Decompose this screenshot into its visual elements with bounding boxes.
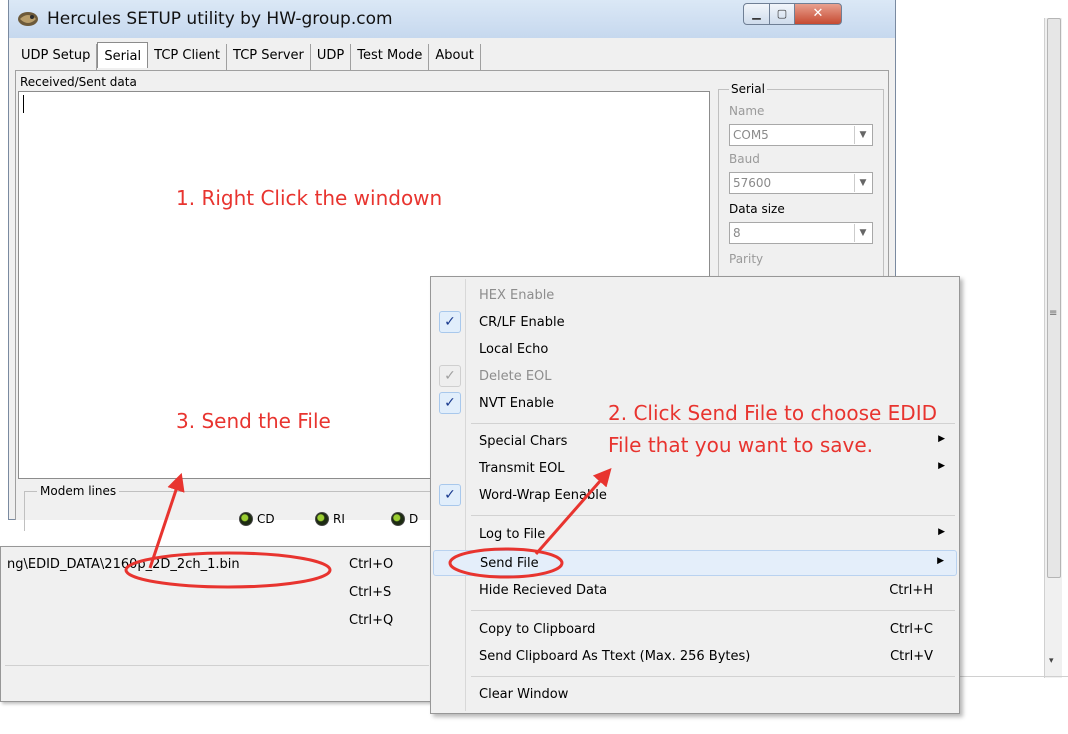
submenu-arrow-icon: ▶ — [938, 434, 945, 444]
data-size-select[interactable]: 8 ▼ — [729, 222, 873, 244]
menu-item-label: Word-Wrap Eenable — [479, 488, 607, 503]
close-button[interactable]: ✕ — [794, 3, 842, 25]
divider — [5, 665, 429, 666]
maximize-button[interactable]: ▢ — [769, 3, 795, 25]
annotation-step-1: 1. Right Click the windown — [176, 186, 443, 210]
menu-item-copy-to-clipboard[interactable]: Copy to Clipboard Ctrl+C — [433, 617, 957, 643]
scroll-down-icon[interactable]: ▾ — [1049, 656, 1054, 666]
submenu-item[interactable]: Ctrl+Q — [1, 607, 433, 635]
chevron-down-icon: ▼ — [854, 174, 871, 192]
submenu-arrow-icon: ▶ — [938, 527, 945, 537]
menu-item-label: NVT Enable — [479, 396, 554, 411]
menu-item-label: Copy to Clipboard — [479, 622, 596, 637]
tab-udp[interactable]: UDP — [311, 44, 352, 70]
serial-group-title: Serial — [729, 82, 767, 96]
menu-item-label: Clear Window — [479, 687, 569, 702]
baud-value: 57600 — [733, 176, 772, 190]
name-label: Name — [729, 104, 765, 118]
file-path: ng\EDID_DATA\2160p_2D_2ch_1.bin — [7, 557, 240, 572]
tab-udp-setup[interactable]: UDP Setup — [15, 44, 98, 70]
shortcut: Ctrl+C — [889, 622, 933, 637]
annotation-step-2-line-1: 2. Click Send File to choose EDID — [608, 401, 938, 425]
baud-label: Baud — [729, 152, 760, 166]
received-data-label: Received/Sent data — [20, 75, 137, 89]
text-caret — [23, 95, 24, 113]
cd-label: CD — [257, 512, 275, 526]
modem-lines-group: Modem lines CD RI D — [24, 484, 454, 531]
menu-separator — [471, 610, 955, 611]
menu-item-label: Delete EOL — [479, 369, 552, 384]
port-name-select[interactable]: COM5 ▼ — [729, 124, 873, 146]
cd-led-icon — [239, 512, 253, 526]
menu-separator — [471, 676, 955, 677]
parity-label: Parity — [729, 252, 764, 266]
checkmark-icon: ✓ — [439, 311, 461, 333]
chevron-down-icon: ▼ — [854, 224, 871, 242]
menu-item-log-to-file[interactable]: Log to File ▶ — [433, 522, 957, 548]
dsr-led-icon — [391, 512, 405, 526]
menu-item-label: Transmit EOL — [479, 461, 565, 476]
shortcut: Ctrl+O — [349, 557, 394, 572]
tab-about[interactable]: About — [429, 44, 481, 70]
tab-serial[interactable]: Serial — [97, 42, 149, 68]
window-title: Hercules SETUP utility by HW-group.com — [47, 9, 393, 29]
shortcut: Ctrl+H — [889, 583, 933, 598]
checkmark-icon: ✓ — [439, 365, 461, 387]
data-size-label: Data size — [729, 202, 785, 216]
grip-icon: ≡ — [1049, 308, 1058, 319]
tab-test-mode[interactable]: Test Mode — [351, 44, 430, 70]
menu-item-label: Hide Recieved Data — [479, 583, 608, 598]
scrollbar-thumb[interactable] — [1047, 18, 1061, 578]
background-scrollbar[interactable]: ≡ ▾ — [1044, 18, 1062, 678]
tab-tcp-server[interactable]: TCP Server — [227, 44, 311, 70]
menu-item-send-clipboard[interactable]: Send Clipboard As Ttext (Max. 256 Bytes)… — [433, 644, 957, 670]
menu-item-transmit-eol[interactable]: Transmit EOL ▶ — [433, 456, 957, 482]
menu-item-send-file[interactable]: Send File ▶ — [433, 550, 957, 576]
baud-select[interactable]: 57600 ▼ — [729, 172, 873, 194]
data-size-value: 8 — [733, 226, 741, 240]
menu-separator — [471, 515, 955, 516]
hercules-app-icon — [18, 12, 38, 26]
annotation-step-3: 3. Send the File — [176, 409, 331, 433]
port-name-value: COM5 — [733, 128, 769, 142]
title-bar[interactable]: Hercules SETUP utility by HW-group.com ▁… — [9, 0, 895, 38]
ri-led-icon — [315, 512, 329, 526]
menu-item-label: HEX Enable — [479, 288, 555, 303]
menu-item-clear-window[interactable]: Clear Window — [433, 682, 957, 708]
minimize-button[interactable]: ▁ — [743, 3, 770, 25]
menu-item-hide-received-data[interactable]: Hide Recieved Data Ctrl+H — [433, 578, 957, 604]
menu-item-local-echo[interactable]: Local Echo — [433, 337, 957, 363]
tab-tcp-client[interactable]: TCP Client — [148, 44, 228, 70]
annotation-step-2-line-2: File that you want to save. — [608, 433, 873, 457]
tab-bar: UDP Setup Serial TCP Client TCP Server U… — [15, 42, 481, 70]
modem-lines-title: Modem lines — [37, 484, 120, 498]
submenu-item[interactable]: Ctrl+S — [1, 579, 433, 607]
menu-item-delete-eol[interactable]: ✓ Delete EOL — [433, 364, 957, 390]
dsr-label: D — [409, 512, 419, 526]
submenu-item-file[interactable]: ng\EDID_DATA\2160p_2D_2ch_1.bin Ctrl+O — [1, 551, 433, 579]
menu-item-word-wrap[interactable]: ✓ Word-Wrap Eenable — [433, 483, 957, 509]
chevron-down-icon: ▼ — [854, 126, 871, 144]
shortcut: Ctrl+V — [890, 649, 933, 664]
context-menu: HEX Enable ✓ CR/LF Enable Local Echo ✓ D… — [430, 276, 960, 714]
menu-item-label: Special Chars — [479, 434, 568, 449]
shortcut: Ctrl+S — [349, 585, 392, 600]
submenu-arrow-icon: ▶ — [938, 461, 945, 471]
send-file-submenu: ng\EDID_DATA\2160p_2D_2ch_1.bin Ctrl+O C… — [0, 546, 434, 702]
menu-item-label: Send File — [480, 556, 539, 571]
menu-item-crlf-enable[interactable]: ✓ CR/LF Enable — [433, 310, 957, 336]
menu-item-label: Log to File — [479, 527, 546, 542]
menu-item-label: Local Echo — [479, 342, 549, 357]
shortcut: Ctrl+Q — [349, 613, 394, 628]
submenu-arrow-icon: ▶ — [937, 556, 944, 566]
menu-item-label: CR/LF Enable — [479, 315, 565, 330]
ri-label: RI — [333, 512, 345, 526]
checkmark-icon: ✓ — [439, 484, 461, 506]
menu-item-label: Send Clipboard As Ttext (Max. 256 Bytes) — [479, 649, 751, 664]
menu-item-hex-enable[interactable]: HEX Enable — [433, 283, 957, 309]
checkmark-icon: ✓ — [439, 392, 461, 414]
